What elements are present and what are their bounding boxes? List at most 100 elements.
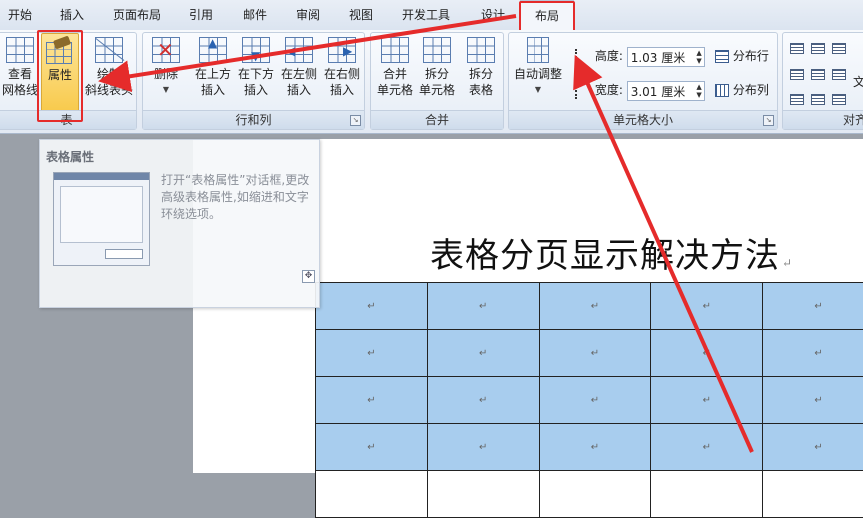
table-cell[interactable] (316, 471, 428, 518)
tooltip-table-properties: 表格属性 打开“表格属性”对话框,更改高级表格属性,如缩进和文字环绕选项。 ✥ (39, 139, 320, 308)
row-height-icon (575, 49, 587, 65)
spinner-icon[interactable]: ▲▼ (696, 83, 701, 99)
table-cell[interactable] (651, 471, 763, 518)
table-cell[interactable]: ↵ (763, 330, 863, 377)
diagonal-header-icon (95, 37, 123, 63)
table-cell[interactable]: ↵ (316, 377, 428, 424)
insert-left-icon: ◀ (285, 37, 313, 63)
tab-view[interactable]: 视图 (343, 0, 379, 30)
table-cell[interactable]: ↵ (651, 424, 763, 471)
table-cell[interactable]: ↵ (539, 377, 651, 424)
spinner-icon[interactable]: ▲▼ (696, 49, 701, 65)
split-cells-button[interactable]: 拆分 单元格 (416, 37, 458, 113)
paragraph-mark: ↵ (782, 256, 793, 270)
tab-page-layout[interactable]: 页面布局 (108, 0, 166, 30)
align-top-left-icon[interactable] (790, 43, 804, 54)
dialog-launcher-icon[interactable]: ↘ (763, 115, 774, 126)
text-direction-button[interactable]: 文 (853, 73, 863, 90)
insert-below-button[interactable]: ▼ 在下方 插入 (236, 37, 276, 113)
table-cell[interactable]: ↵ (651, 283, 763, 330)
table-cell[interactable]: ↵ (539, 424, 651, 471)
row-height-input[interactable]: 1.03 厘米 ▲▼ (627, 47, 705, 67)
chevron-down-icon: ▼ (147, 82, 185, 98)
tab-design[interactable]: 设计 (473, 0, 513, 30)
tab-developer[interactable]: 开发工具 (396, 0, 456, 30)
insert-above-button[interactable]: ▲ 在上方 插入 (193, 37, 233, 113)
table-cell[interactable]: ↵ (316, 283, 428, 330)
group-label-table: 表 (0, 110, 136, 129)
table-cell[interactable]: ↵ (763, 283, 863, 330)
table-cell[interactable]: ↵ (427, 424, 539, 471)
align-center-icon[interactable] (811, 69, 825, 80)
table-cell[interactable] (539, 471, 651, 518)
table-cell[interactable]: ↵ (427, 330, 539, 377)
column-width-field: 宽度: 3.01 厘米 ▲▼ (575, 79, 705, 101)
chevron-down-icon: ▼ (511, 82, 565, 98)
table-row: ↵↵↵↵↵ (316, 377, 863, 424)
gridlines-icon (6, 37, 34, 63)
tab-review[interactable]: 审阅 (290, 0, 326, 30)
align-bottom-center-icon[interactable] (811, 94, 825, 105)
document-title[interactable]: 表格分页显示解决方法↵ (430, 228, 793, 277)
table-properties-button[interactable]: 属性 (41, 33, 79, 115)
merge-cells-icon (381, 37, 409, 63)
table-cell[interactable] (763, 471, 863, 518)
autofit-icon (527, 37, 549, 63)
table-row: ↵↵↵↵↵ (316, 330, 863, 377)
tab-home[interactable]: 开始 (2, 0, 38, 30)
table-cell[interactable]: ↵ (539, 330, 651, 377)
distribute-columns-button[interactable]: 分布列 (715, 81, 769, 99)
view-gridlines-button[interactable]: 查看 网格线 (1, 37, 39, 113)
autofit-button[interactable]: 自动调整 ▼ (511, 37, 565, 113)
table-cell[interactable]: ↵ (651, 330, 763, 377)
insert-above-icon: ▲ (199, 37, 227, 63)
align-middle-left-icon[interactable] (790, 69, 804, 80)
expand-icon: ✥ (302, 270, 315, 283)
tab-layout[interactable]: 布局 (520, 0, 574, 32)
group-alignment: 文 对齐 (782, 32, 863, 130)
table-cell[interactable]: ↵ (763, 424, 863, 471)
tab-references[interactable]: 引用 (183, 0, 219, 30)
table-cell[interactable]: ↵ (763, 377, 863, 424)
split-table-button[interactable]: 拆分 表格 (460, 37, 502, 113)
draw-diagonal-header-button[interactable]: 绘制 斜线表头 (83, 37, 135, 113)
group-merge: 合并 单元格 拆分 单元格 拆分 表格 合并 (370, 32, 504, 130)
distribute-rows-icon (715, 50, 729, 63)
group-label-rows-columns: 行和列 (143, 110, 364, 129)
table-row: ↵↵↵↵↵ (316, 424, 863, 471)
group-cell-size: 自动调整 ▼ 高度: 1.03 厘米 ▲▼ 宽度: 3.01 厘米 ▲▼ 分布行… (508, 32, 778, 130)
document-table[interactable]: ↵↵↵↵↵↵↵↵↵↵↵↵↵↵↵↵↵↵↵↵ (315, 282, 863, 518)
group-table: 查看 网格线 属性 绘制 斜线表头 表 (0, 32, 137, 130)
group-label-cell-size: 单元格大小 (509, 110, 777, 129)
column-width-input[interactable]: 3.01 厘米 ▲▼ (627, 81, 705, 101)
table-cell[interactable]: ↵ (427, 283, 539, 330)
delete-button[interactable]: ✕ 删除 ▼ (147, 37, 185, 113)
table-row (316, 471, 863, 518)
tab-insert[interactable]: 插入 (54, 0, 90, 30)
insert-right-button[interactable]: ▶ 在右侧 插入 (322, 37, 362, 113)
split-table-icon (467, 37, 495, 63)
align-bottom-right-icon[interactable] (832, 94, 846, 105)
table-cell[interactable]: ↵ (651, 377, 763, 424)
table-cell[interactable]: ↵ (316, 330, 428, 377)
insert-left-button[interactable]: ◀ 在左侧 插入 (279, 37, 319, 113)
tooltip-description: 打开“表格属性”对话框,更改高级表格属性,如缩进和文字环绕选项。 (161, 172, 311, 223)
align-bottom-left-icon[interactable] (790, 94, 804, 105)
distribute-rows-button[interactable]: 分布行 (715, 47, 769, 65)
ribbon-tab-bar: 开始 插入 页面布局 引用 邮件 审阅 视图 开发工具 设计 布局 (0, 0, 863, 31)
dialog-launcher-icon[interactable]: ↘ (350, 115, 361, 126)
ribbon-panel: 查看 网格线 属性 绘制 斜线表头 表 ✕ 删除 ▼ (0, 30, 863, 134)
table-cell[interactable]: ↵ (539, 283, 651, 330)
insert-right-icon: ▶ (328, 37, 356, 63)
align-top-center-icon[interactable] (811, 43, 825, 54)
align-top-right-icon[interactable] (832, 43, 846, 54)
table-cell[interactable]: ↵ (316, 424, 428, 471)
table-cell[interactable] (427, 471, 539, 518)
tooltip-title: 表格属性 (46, 148, 94, 165)
merge-cells-button[interactable]: 合并 单元格 (374, 37, 416, 113)
tab-mailings[interactable]: 邮件 (237, 0, 273, 30)
align-middle-right-icon[interactable] (832, 69, 846, 80)
table-cell[interactable]: ↵ (427, 377, 539, 424)
insert-below-icon: ▼ (242, 37, 270, 63)
delete-icon: ✕ (152, 37, 180, 63)
